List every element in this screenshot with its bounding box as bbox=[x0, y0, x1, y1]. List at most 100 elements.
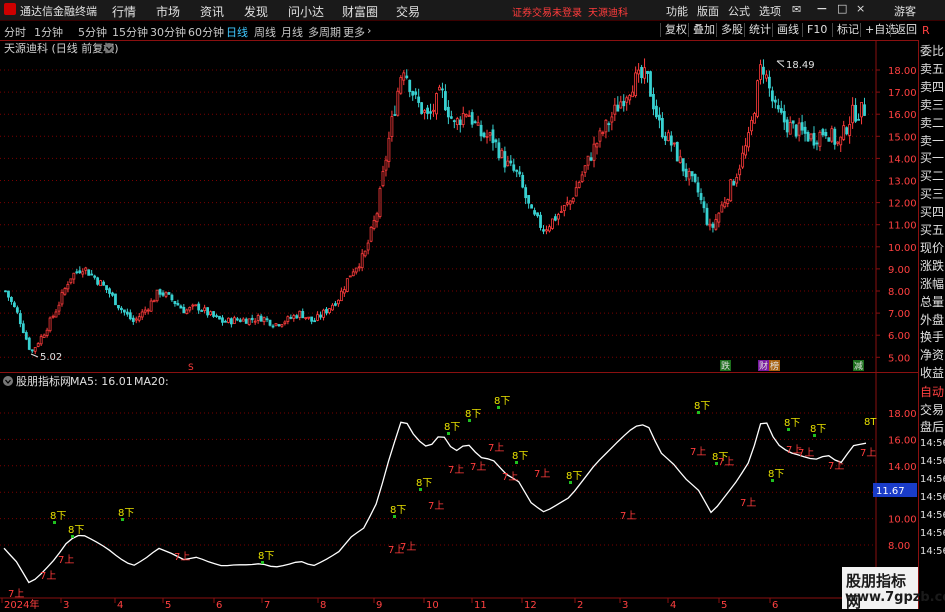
candle[interactable] bbox=[655, 99, 658, 120]
candle[interactable] bbox=[800, 114, 804, 135]
candle[interactable] bbox=[476, 115, 480, 126]
candle[interactable] bbox=[479, 120, 483, 142]
candle[interactable] bbox=[717, 212, 721, 228]
period-tab-more[interactable]: 更多 bbox=[343, 24, 365, 40]
candle[interactable] bbox=[363, 250, 367, 258]
candle[interactable] bbox=[708, 218, 712, 231]
candle[interactable] bbox=[595, 142, 599, 155]
candle[interactable] bbox=[78, 266, 82, 274]
period-tab[interactable]: 月线 bbox=[281, 24, 303, 40]
candle[interactable] bbox=[18, 310, 22, 328]
candle[interactable] bbox=[54, 309, 58, 318]
candle[interactable] bbox=[729, 178, 733, 202]
candle[interactable] bbox=[72, 272, 76, 284]
menu-function[interactable]: 功能 bbox=[666, 3, 688, 19]
candle[interactable] bbox=[497, 138, 501, 161]
menu-item-discover[interactable]: 发现 bbox=[244, 3, 268, 20]
candle[interactable] bbox=[794, 124, 798, 139]
candle[interactable] bbox=[396, 87, 400, 117]
maximize-icon[interactable]: □ bbox=[837, 2, 847, 15]
minimize-icon[interactable]: − bbox=[816, 1, 828, 17]
candle[interactable] bbox=[812, 126, 816, 149]
candle[interactable] bbox=[732, 179, 736, 186]
indicator-settings-icon[interactable] bbox=[3, 376, 13, 386]
candle[interactable] bbox=[277, 324, 281, 327]
candle[interactable] bbox=[357, 263, 361, 272]
candle[interactable] bbox=[265, 316, 269, 323]
candle[interactable] bbox=[90, 270, 94, 276]
candle[interactable] bbox=[93, 274, 97, 280]
candle[interactable] bbox=[420, 102, 424, 115]
candle[interactable] bbox=[235, 316, 239, 322]
statistics-button[interactable]: 统计 bbox=[744, 23, 775, 37]
candle[interactable] bbox=[723, 197, 727, 209]
candle[interactable] bbox=[705, 203, 709, 227]
candle[interactable] bbox=[738, 164, 742, 181]
candle[interactable] bbox=[556, 212, 560, 226]
candle[interactable] bbox=[604, 119, 608, 139]
candle[interactable] bbox=[292, 313, 296, 322]
candle[interactable] bbox=[797, 117, 801, 142]
candle[interactable] bbox=[274, 323, 278, 327]
candle[interactable] bbox=[726, 198, 730, 208]
candle[interactable] bbox=[375, 211, 379, 228]
candle[interactable] bbox=[809, 133, 813, 142]
candle[interactable] bbox=[155, 289, 159, 303]
candle[interactable] bbox=[114, 293, 117, 306]
candle[interactable] bbox=[215, 313, 218, 318]
candle[interactable] bbox=[60, 289, 64, 307]
message-icon[interactable]: ✉ bbox=[792, 3, 801, 16]
candle[interactable] bbox=[562, 204, 566, 217]
period-tab-daily[interactable]: 日线 bbox=[226, 24, 248, 40]
f10-button[interactable]: F10 bbox=[802, 23, 831, 37]
period-tab[interactable]: 分时 bbox=[4, 24, 26, 40]
candle[interactable] bbox=[271, 324, 275, 329]
chart-settings-icon[interactable] bbox=[104, 43, 114, 53]
candle[interactable] bbox=[548, 224, 551, 233]
candle[interactable] bbox=[185, 308, 189, 315]
candle[interactable] bbox=[390, 110, 394, 142]
candle[interactable] bbox=[111, 291, 114, 297]
candle[interactable] bbox=[191, 303, 195, 310]
candle[interactable] bbox=[143, 306, 147, 315]
candle[interactable] bbox=[527, 195, 531, 209]
candle[interactable] bbox=[152, 299, 156, 303]
candle[interactable] bbox=[470, 109, 474, 128]
candle[interactable] bbox=[81, 268, 85, 278]
candle[interactable] bbox=[366, 239, 370, 255]
candles[interactable] bbox=[4, 58, 866, 355]
candle[interactable] bbox=[503, 146, 507, 173]
candle[interactable] bbox=[179, 304, 183, 309]
candle[interactable] bbox=[325, 307, 328, 316]
candle[interactable] bbox=[753, 111, 756, 124]
candle[interactable] bbox=[393, 105, 397, 116]
candle[interactable] bbox=[441, 82, 444, 98]
candle[interactable] bbox=[494, 138, 498, 148]
candle[interactable] bbox=[482, 131, 486, 139]
candle[interactable] bbox=[542, 225, 545, 235]
candle[interactable] bbox=[33, 347, 37, 355]
candle[interactable] bbox=[509, 155, 513, 167]
candle[interactable] bbox=[625, 95, 629, 111]
candle[interactable] bbox=[134, 316, 138, 324]
candle[interactable] bbox=[197, 301, 201, 314]
candle[interactable] bbox=[27, 336, 31, 351]
candle[interactable] bbox=[286, 315, 290, 325]
main-kline-chart[interactable]: 18.00 17.00 16.00 15.00 14.00 13.00 12.00 11.00… bbox=[0, 40, 918, 372]
candle[interactable] bbox=[622, 94, 626, 112]
candle[interactable] bbox=[218, 315, 221, 320]
candle[interactable] bbox=[702, 196, 706, 213]
candle[interactable] bbox=[720, 201, 724, 213]
candle[interactable] bbox=[806, 130, 810, 142]
candle[interactable] bbox=[351, 268, 355, 277]
period-tab[interactable]: 15分钟 bbox=[112, 24, 148, 40]
candle[interactable] bbox=[402, 70, 406, 86]
candle[interactable] bbox=[515, 169, 519, 178]
candle[interactable] bbox=[117, 304, 120, 311]
candle[interactable] bbox=[628, 94, 632, 105]
candle[interactable] bbox=[833, 126, 837, 150]
period-tab[interactable]: 30分钟 bbox=[150, 24, 186, 40]
candle[interactable] bbox=[319, 311, 322, 320]
candle[interactable] bbox=[280, 324, 284, 328]
candle[interactable] bbox=[461, 106, 465, 128]
